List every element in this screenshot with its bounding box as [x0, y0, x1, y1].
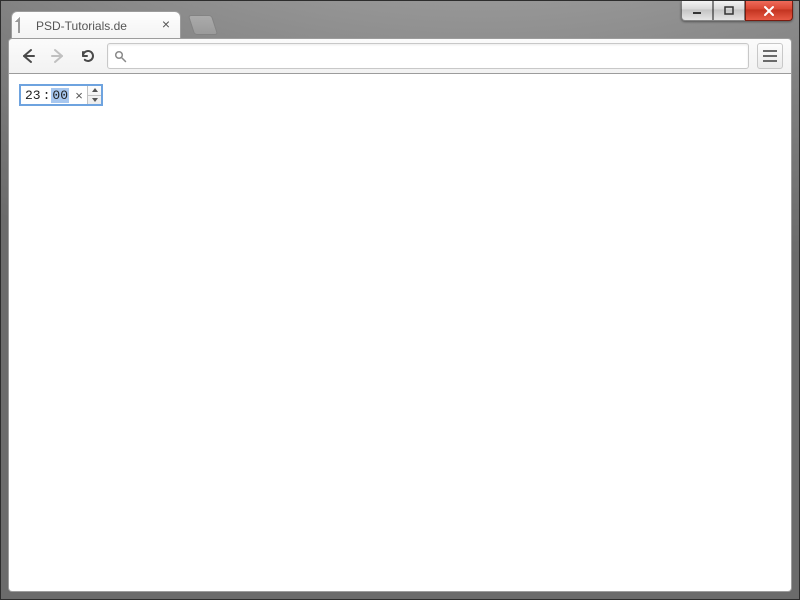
new-tab-button[interactable]	[188, 15, 218, 35]
back-button[interactable]	[17, 45, 39, 67]
page-body: 23 : 00 ×	[9, 74, 791, 116]
window-controls	[681, 1, 793, 23]
time-step-down-button[interactable]	[88, 95, 101, 105]
maximize-icon	[724, 6, 734, 16]
time-separator: :	[42, 88, 52, 103]
time-clear-button[interactable]: ×	[73, 88, 85, 103]
close-button[interactable]	[745, 1, 793, 21]
time-step-up-button[interactable]	[88, 86, 101, 95]
time-input[interactable]: 23 : 00 ×	[19, 84, 103, 106]
forward-button[interactable]	[47, 45, 69, 67]
reload-icon	[79, 47, 97, 65]
tab-title: PSD-Tutorials.de	[36, 19, 127, 33]
toolbar	[8, 38, 792, 74]
maximize-button[interactable]	[713, 1, 745, 21]
time-minutes-segment[interactable]: 00	[51, 88, 69, 103]
minimize-icon	[692, 7, 702, 15]
tab-active[interactable]: PSD-Tutorials.de ×	[11, 11, 181, 39]
search-icon	[114, 50, 127, 63]
address-bar[interactable]	[107, 43, 749, 69]
reload-button[interactable]	[77, 45, 99, 67]
arrow-left-icon	[19, 47, 37, 65]
close-icon	[763, 5, 775, 17]
time-hours-segment[interactable]: 23	[24, 88, 42, 103]
minimize-button[interactable]	[681, 1, 713, 21]
chevron-up-icon	[92, 88, 98, 92]
arrow-right-icon	[49, 47, 67, 65]
hamburger-icon	[763, 55, 777, 57]
tab-strip: PSD-Tutorials.de ×	[11, 11, 629, 39]
time-spinner	[87, 86, 101, 104]
chevron-down-icon	[92, 98, 98, 102]
file-icon	[18, 18, 32, 34]
menu-button[interactable]	[757, 43, 783, 69]
tab-close-button[interactable]: ×	[160, 19, 172, 31]
page-viewport: 23 : 00 ×	[8, 74, 792, 592]
browser-window: PSD-Tutorials.de × 23 :	[0, 0, 800, 600]
address-input[interactable]	[133, 49, 742, 64]
